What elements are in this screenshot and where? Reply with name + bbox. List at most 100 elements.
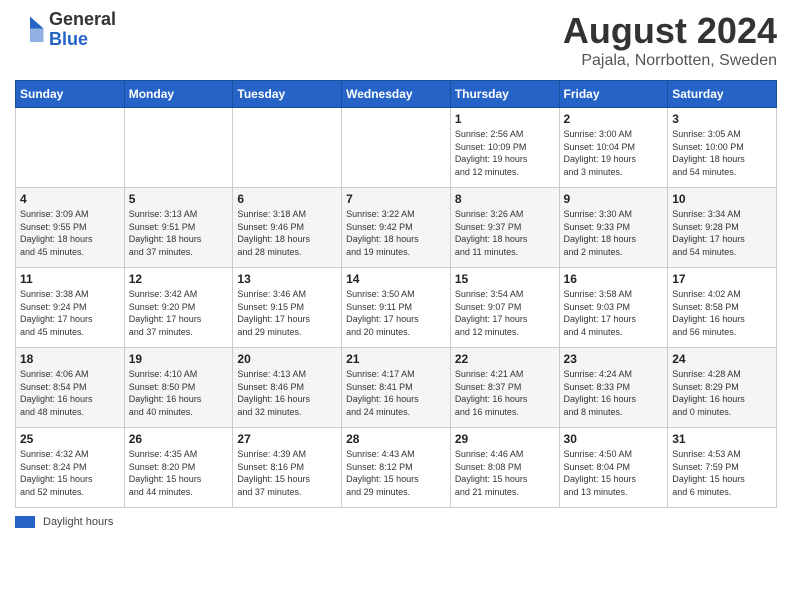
calendar-cell: 18 Sunrise: 4:06 AM Sunset: 8:54 PM Dayli… [16, 348, 125, 428]
calendar-table: SundayMondayTuesdayWednesdayThursdayFrid… [15, 80, 777, 508]
legend-area: Daylight hours [15, 516, 777, 528]
day-number: 15 [455, 272, 555, 286]
day-info: Sunrise: 3:22 AM Sunset: 9:42 PM Dayligh… [346, 208, 446, 258]
calendar-header: SundayMondayTuesdayWednesdayThursdayFrid… [16, 81, 777, 108]
day-header-row: SundayMondayTuesdayWednesdayThursdayFrid… [16, 81, 777, 108]
calendar-cell: 4 Sunrise: 3:09 AM Sunset: 9:55 PM Daylig… [16, 188, 125, 268]
day-number: 19 [129, 352, 229, 366]
day-info: Sunrise: 3:05 AM Sunset: 10:00 PM Daylig… [672, 128, 772, 178]
calendar-cell: 13 Sunrise: 3:46 AM Sunset: 9:15 PM Dayli… [233, 268, 342, 348]
day-header-monday: Monday [124, 81, 233, 108]
calendar-cell [233, 108, 342, 188]
day-info: Sunrise: 3:18 AM Sunset: 9:46 PM Dayligh… [237, 208, 337, 258]
day-info: Sunrise: 4:46 AM Sunset: 8:08 PM Dayligh… [455, 448, 555, 498]
calendar-cell: 14 Sunrise: 3:50 AM Sunset: 9:11 PM Dayli… [342, 268, 451, 348]
day-number: 31 [672, 432, 772, 446]
calendar-cell: 20 Sunrise: 4:13 AM Sunset: 8:46 PM Dayli… [233, 348, 342, 428]
calendar-cell: 22 Sunrise: 4:21 AM Sunset: 8:37 PM Dayli… [450, 348, 559, 428]
day-number: 2 [564, 112, 664, 126]
day-header-friday: Friday [559, 81, 668, 108]
day-number: 8 [455, 192, 555, 206]
calendar-cell [124, 108, 233, 188]
day-info: Sunrise: 4:21 AM Sunset: 8:37 PM Dayligh… [455, 368, 555, 418]
calendar-cell: 26Sunrise: 4:35 AM Sunset: 8:20 PM Dayli… [124, 428, 233, 508]
day-info: Sunrise: 3:58 AM Sunset: 9:03 PM Dayligh… [564, 288, 664, 338]
day-number: 23 [564, 352, 664, 366]
calendar-cell: 1Sunrise: 2:56 AM Sunset: 10:09 PM Dayli… [450, 108, 559, 188]
page-header: General Blue August 2024 Pajala, Norrbot… [15, 10, 777, 70]
week-row-4: 18 Sunrise: 4:06 AM Sunset: 8:54 PM Dayli… [16, 348, 777, 428]
calendar-cell: 16 Sunrise: 3:58 AM Sunset: 9:03 PM Dayli… [559, 268, 668, 348]
month-title: August 2024 [563, 10, 777, 52]
day-number: 1 [455, 112, 555, 126]
day-number: 29 [455, 432, 555, 446]
day-info: Sunrise: 3:00 AM Sunset: 10:04 PM Daylig… [564, 128, 664, 178]
day-info: Sunrise: 4:13 AM Sunset: 8:46 PM Dayligh… [237, 368, 337, 418]
logo-general-text: General [49, 10, 116, 30]
calendar-cell: 8 Sunrise: 3:26 AM Sunset: 9:37 PM Daylig… [450, 188, 559, 268]
calendar-cell: 7Sunrise: 3:22 AM Sunset: 9:42 PM Daylig… [342, 188, 451, 268]
day-info: Sunrise: 4:53 AM Sunset: 7:59 PM Dayligh… [672, 448, 772, 498]
calendar-cell: 2 Sunrise: 3:00 AM Sunset: 10:04 PM Dayli… [559, 108, 668, 188]
calendar-cell [16, 108, 125, 188]
calendar-cell: 29 Sunrise: 4:46 AM Sunset: 8:08 PM Dayli… [450, 428, 559, 508]
calendar-cell: 5 Sunrise: 3:13 AM Sunset: 9:51 PM Daylig… [124, 188, 233, 268]
day-number: 10 [672, 192, 772, 206]
day-number: 22 [455, 352, 555, 366]
day-info: Sunrise: 3:50 AM Sunset: 9:11 PM Dayligh… [346, 288, 446, 338]
day-info: Sunrise: 4:24 AM Sunset: 8:33 PM Dayligh… [564, 368, 664, 418]
day-info: Sunrise: 4:06 AM Sunset: 8:54 PM Dayligh… [20, 368, 120, 418]
calendar-body: 1Sunrise: 2:56 AM Sunset: 10:09 PM Dayli… [16, 108, 777, 508]
calendar-cell: 12Sunrise: 3:42 AM Sunset: 9:20 PM Dayli… [124, 268, 233, 348]
calendar-cell: 6 Sunrise: 3:18 AM Sunset: 9:46 PM Daylig… [233, 188, 342, 268]
day-info: Sunrise: 3:46 AM Sunset: 9:15 PM Dayligh… [237, 288, 337, 338]
day-header-thursday: Thursday [450, 81, 559, 108]
day-number: 16 [564, 272, 664, 286]
logo-text: General Blue [49, 10, 116, 50]
week-row-1: 1Sunrise: 2:56 AM Sunset: 10:09 PM Dayli… [16, 108, 777, 188]
week-row-3: 11Sunrise: 3:38 AM Sunset: 9:24 PM Dayli… [16, 268, 777, 348]
day-number: 20 [237, 352, 337, 366]
day-info: Sunrise: 4:28 AM Sunset: 8:29 PM Dayligh… [672, 368, 772, 418]
calendar-cell: 25Sunrise: 4:32 AM Sunset: 8:24 PM Dayli… [16, 428, 125, 508]
logo-blue-text: Blue [49, 30, 116, 50]
day-info: Sunrise: 4:35 AM Sunset: 8:20 PM Dayligh… [129, 448, 229, 498]
calendar-cell: 23 Sunrise: 4:24 AM Sunset: 8:33 PM Dayli… [559, 348, 668, 428]
day-number: 27 [237, 432, 337, 446]
day-number: 17 [672, 272, 772, 286]
title-area: August 2024 Pajala, Norrbotten, Sweden [563, 10, 777, 70]
legend-label: Daylight hours [43, 516, 113, 528]
day-info: Sunrise: 4:50 AM Sunset: 8:04 PM Dayligh… [564, 448, 664, 498]
calendar-cell: 28Sunrise: 4:43 AM Sunset: 8:12 PM Dayli… [342, 428, 451, 508]
day-header-tuesday: Tuesday [233, 81, 342, 108]
calendar-cell: 10 Sunrise: 3:34 AM Sunset: 9:28 PM Dayli… [668, 188, 777, 268]
day-number: 3 [672, 112, 772, 126]
day-header-sunday: Sunday [16, 81, 125, 108]
day-number: 13 [237, 272, 337, 286]
calendar-cell: 17Sunrise: 4:02 AM Sunset: 8:58 PM Dayli… [668, 268, 777, 348]
calendar-cell: 21Sunrise: 4:17 AM Sunset: 8:41 PM Dayli… [342, 348, 451, 428]
location-title: Pajala, Norrbotten, Sweden [563, 52, 777, 70]
day-number: 6 [237, 192, 337, 206]
logo: General Blue [15, 10, 116, 50]
calendar-cell: 9Sunrise: 3:30 AM Sunset: 9:33 PM Daylig… [559, 188, 668, 268]
week-row-2: 4 Sunrise: 3:09 AM Sunset: 9:55 PM Daylig… [16, 188, 777, 268]
day-info: Sunrise: 3:09 AM Sunset: 9:55 PM Dayligh… [20, 208, 120, 258]
day-header-saturday: Saturday [668, 81, 777, 108]
day-info: Sunrise: 3:34 AM Sunset: 9:28 PM Dayligh… [672, 208, 772, 258]
day-header-wednesday: Wednesday [342, 81, 451, 108]
day-info: Sunrise: 3:13 AM Sunset: 9:51 PM Dayligh… [129, 208, 229, 258]
calendar-cell: 19Sunrise: 4:10 AM Sunset: 8:50 PM Dayli… [124, 348, 233, 428]
day-number: 25 [20, 432, 120, 446]
day-number: 14 [346, 272, 446, 286]
day-info: Sunrise: 3:26 AM Sunset: 9:37 PM Dayligh… [455, 208, 555, 258]
day-number: 30 [564, 432, 664, 446]
day-number: 5 [129, 192, 229, 206]
day-info: Sunrise: 3:30 AM Sunset: 9:33 PM Dayligh… [564, 208, 664, 258]
day-number: 4 [20, 192, 120, 206]
day-number: 11 [20, 272, 120, 286]
calendar-cell: 24Sunrise: 4:28 AM Sunset: 8:29 PM Dayli… [668, 348, 777, 428]
calendar-cell: 15Sunrise: 3:54 AM Sunset: 9:07 PM Dayli… [450, 268, 559, 348]
day-number: 18 [20, 352, 120, 366]
day-info: Sunrise: 3:42 AM Sunset: 9:20 PM Dayligh… [129, 288, 229, 338]
